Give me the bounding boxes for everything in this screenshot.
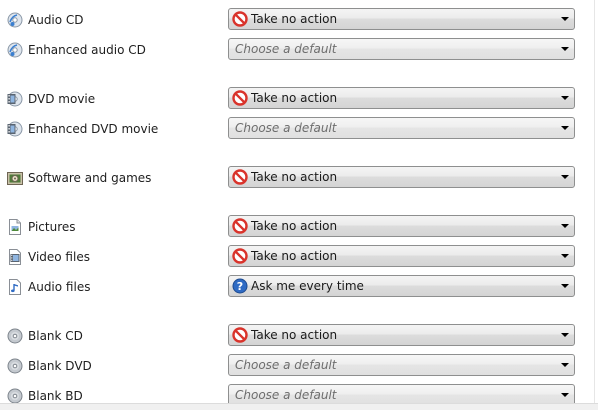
blank-bd-icon [7,388,23,404]
autoplay-row-pictures: Pictures Take no action [0,214,598,240]
pictures-icon [7,219,23,235]
media-type-label: Enhanced audio CD [28,43,146,57]
chevron-down-icon[interactable] [561,17,569,21]
no-action-icon [232,248,248,264]
chevron-down-icon[interactable] [561,224,569,228]
svg-text:?: ? [237,280,243,293]
dropdown-value: Choose a default [235,388,337,402]
chevron-down-icon[interactable] [561,96,569,100]
dropdown-value: Ask me every time [251,279,364,293]
action-dropdown-video-files[interactable]: Take no action [228,245,575,267]
action-dropdown-blank-dvd[interactable]: Choose a default [228,354,575,376]
dropdown-value: Take no action [251,170,338,184]
action-dropdown-software-games[interactable]: Take no action [228,166,575,188]
autoplay-row-audio-cd: Audio CD Take no action [0,7,598,33]
dropdown-value: Take no action [251,91,338,105]
action-dropdown-audio-cd[interactable]: Take no action [228,8,575,30]
no-action-icon [232,218,248,234]
media-type-label: Pictures [28,220,76,234]
dropdown-value: Choose a default [235,121,337,135]
enhanced-dvd-movie-icon [7,121,23,137]
media-type-label: Blank BD [28,389,83,403]
chevron-down-icon[interactable] [561,363,569,367]
action-dropdown-blank-cd[interactable]: Take no action [228,324,575,346]
media-type-label: Audio CD [28,13,84,27]
autoplay-row-blank-cd: Blank CD Take no action [0,323,598,349]
dropdown-value: Take no action [251,249,338,263]
audio-files-icon [7,279,23,295]
media-type-label: Software and games [28,171,152,185]
question-icon: ? [232,278,248,294]
chevron-down-icon[interactable] [561,333,569,337]
autoplay-row-dvd-movie: DVD movie Take no action [0,86,598,112]
dropdown-value: Choose a default [235,358,337,372]
chevron-down-icon[interactable] [561,284,569,288]
chevron-down-icon[interactable] [561,47,569,51]
media-type-label: Blank CD [28,329,83,343]
media-type-label: DVD movie [28,92,96,106]
chevron-down-icon[interactable] [561,254,569,258]
chevron-down-icon[interactable] [561,126,569,130]
chevron-down-icon[interactable] [561,393,569,397]
no-action-icon [232,327,248,343]
scroll-edge-divider [594,0,595,403]
action-dropdown-enhanced-dvd-movie[interactable]: Choose a default [228,117,575,139]
dropdown-value: Choose a default [235,42,337,56]
blank-dvd-icon [7,358,23,374]
action-dropdown-enhanced-audio-cd[interactable]: Choose a default [228,38,575,60]
blank-cd-icon [7,328,23,344]
media-type-label: Blank DVD [28,359,92,373]
software-games-icon [7,170,23,186]
dropdown-value: Take no action [251,328,338,342]
video-files-icon [7,249,23,265]
dropdown-value: Take no action [251,219,338,233]
dropdown-value: Take no action [251,12,338,26]
enhanced-audio-cd-icon [7,42,23,58]
no-action-icon [232,90,248,106]
autoplay-row-blank-dvd: Blank DVD Choose a default [0,353,598,379]
autoplay-row-software-games: Software and games Take no action [0,165,598,191]
action-dropdown-audio-files[interactable]: ? Ask me every time [228,275,575,297]
autoplay-row-enhanced-audio-cd: Enhanced audio CD Choose a default [0,37,598,63]
media-type-label: Video files [28,250,90,264]
media-type-label: Audio files [28,280,91,294]
autoplay-row-enhanced-dvd-movie: Enhanced DVD movie Choose a default [0,116,598,142]
no-action-icon [232,169,248,185]
no-action-icon [232,11,248,27]
dvd-movie-icon [7,91,23,107]
audio-cd-icon [7,12,23,28]
action-dropdown-pictures[interactable]: Take no action [228,215,575,237]
media-type-label: Enhanced DVD movie [28,122,159,136]
autoplay-row-video-files: Video files Take no action [0,244,598,270]
action-dropdown-dvd-movie[interactable]: Take no action [228,87,575,109]
chevron-down-icon[interactable] [561,175,569,179]
autoplay-row-audio-files: Audio files ? Ask me every time [0,274,598,300]
